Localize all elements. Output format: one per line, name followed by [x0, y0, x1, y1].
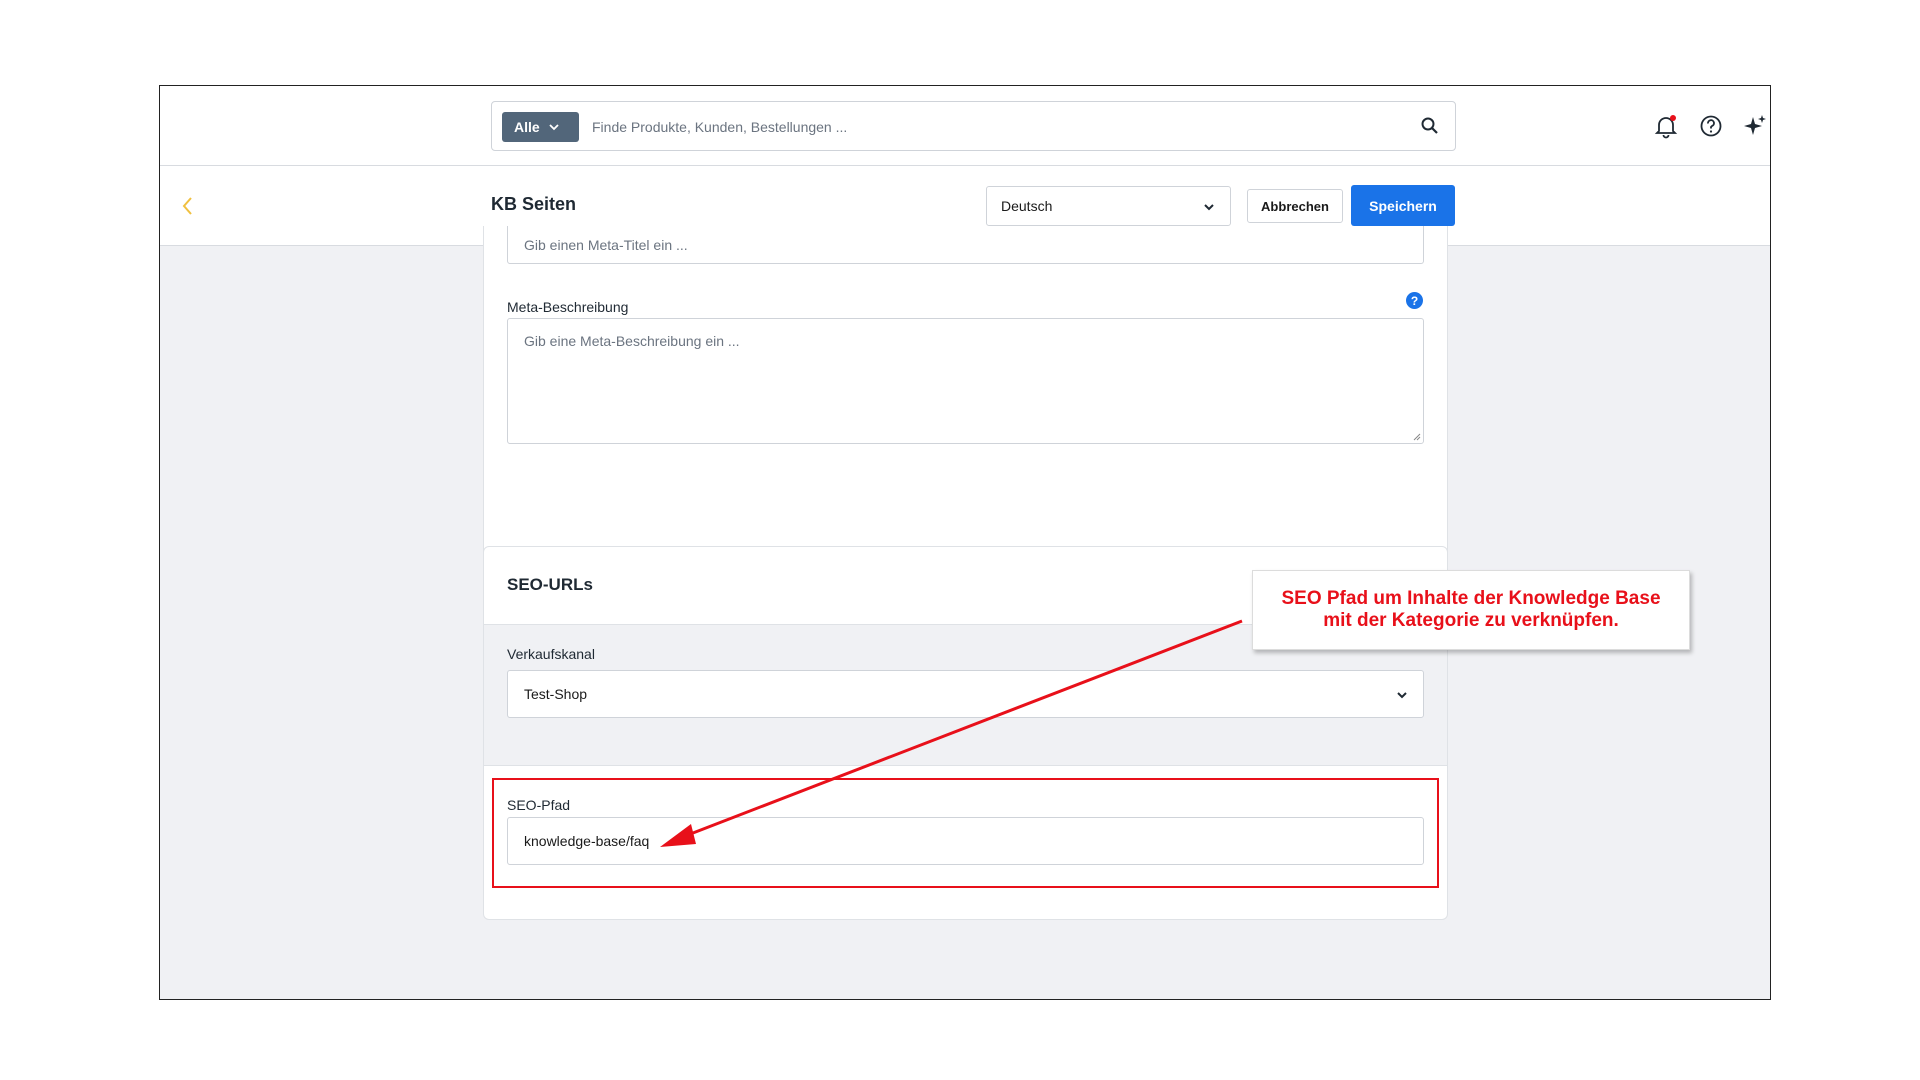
top-bar: Alle [160, 86, 1770, 166]
bell-icon[interactable] [1653, 113, 1679, 139]
chevron-down-icon [1397, 692, 1407, 699]
search-icon[interactable] [1420, 116, 1440, 136]
sparkle-icon[interactable] [1742, 113, 1768, 139]
search-input[interactable] [592, 114, 1392, 140]
seo-urls-title: SEO-URLs [507, 575, 593, 594]
info-icon[interactable]: ? [1406, 292, 1423, 309]
cancel-button[interactable]: Abbrechen [1247, 189, 1343, 223]
callout-line-2: mit der Kategorie zu verknüpfen. [1323, 610, 1619, 631]
global-search[interactable]: Alle [491, 101, 1456, 151]
meta-card: Gib einen Meta-Titel ein ... Meta-Beschr… [483, 226, 1448, 591]
search-filter-label: Alle [514, 119, 540, 135]
meta-description-placeholder: Gib eine Meta-Beschreibung ein ... [524, 333, 740, 349]
language-select[interactable]: Deutsch [986, 186, 1231, 226]
highlight-box [492, 778, 1439, 888]
page-title: KB Seiten [491, 194, 577, 214]
chevron-down-icon [1204, 204, 1214, 211]
help-circle-icon[interactable] [1698, 113, 1724, 139]
sales-channel-label: Verkaufskanal [507, 646, 595, 662]
language-select-value: Deutsch [1001, 198, 1053, 214]
save-button[interactable]: Speichern [1351, 185, 1455, 226]
sales-channel-value: Test-Shop [524, 686, 588, 702]
app-window: Alle KB Seiten Deutsch Abbrechen Speiche… [159, 85, 1771, 1000]
search-filter-dropdown[interactable]: Alle [502, 112, 579, 142]
sales-channel-select[interactable]: Test-Shop [507, 670, 1424, 718]
meta-title-input[interactable]: Gib einen Meta-Titel ein ... [507, 226, 1424, 264]
annotation-callout: SEO Pfad um Inhalte der Knowledge Base m… [1252, 570, 1690, 650]
meta-description-label: Meta-Beschreibung [507, 299, 629, 315]
meta-description-textarea[interactable]: Gib eine Meta-Beschreibung ein ... [507, 318, 1424, 444]
chevron-left-icon[interactable] [178, 194, 198, 218]
callout-line-1: SEO Pfad um Inhalte der Knowledge Base [1281, 588, 1661, 609]
resize-handle-icon[interactable] [1411, 431, 1421, 441]
chevron-down-icon [549, 124, 559, 131]
